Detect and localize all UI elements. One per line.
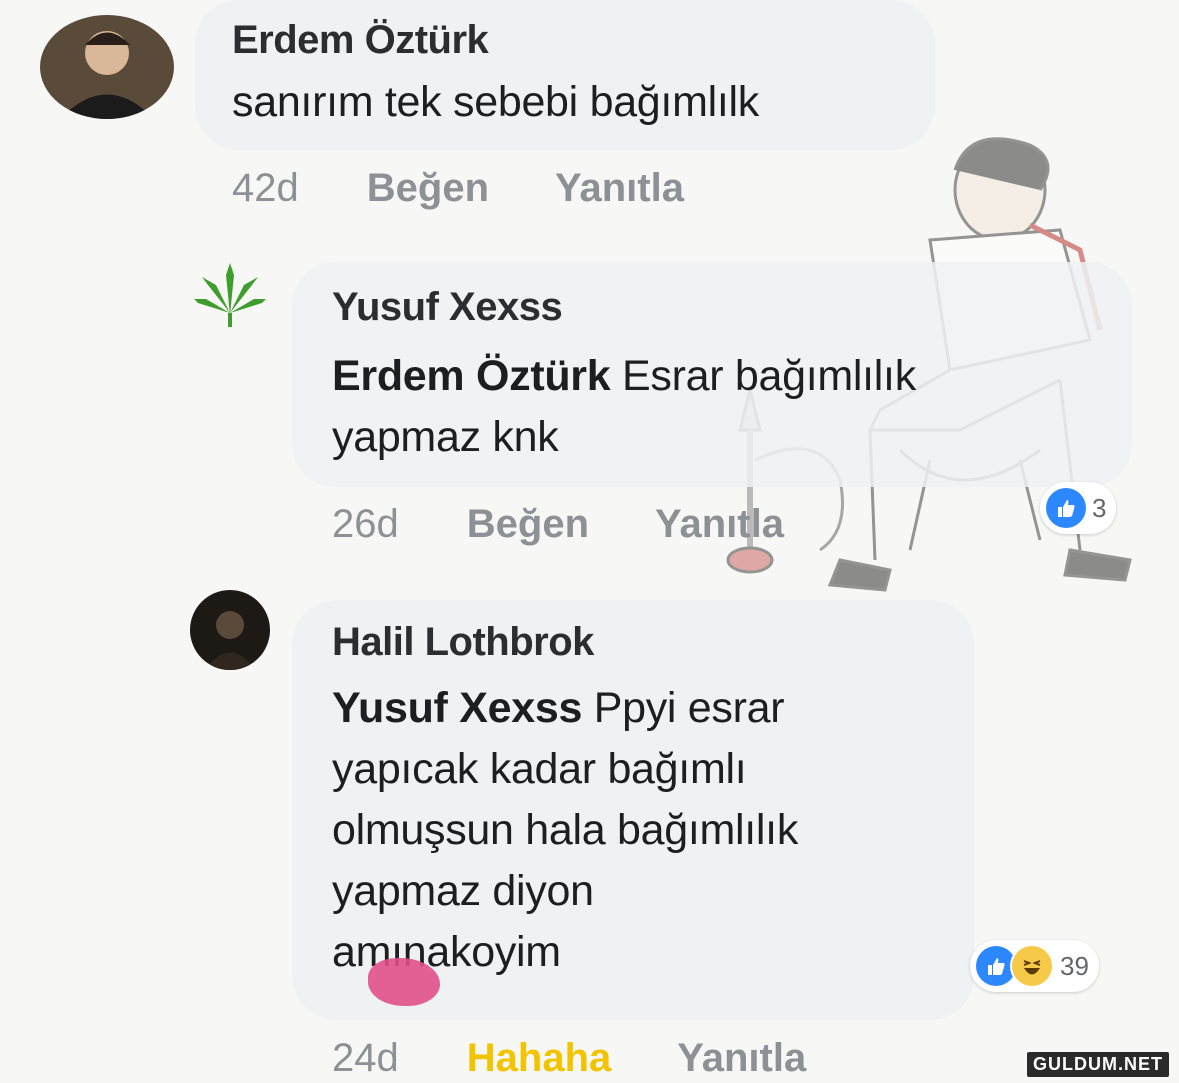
haha-icon <box>1010 944 1054 988</box>
haha-reaction-button[interactable]: Hahaha <box>467 1036 612 1081</box>
comment-time[interactable]: 24d <box>332 1036 399 1081</box>
reply-button[interactable]: Yanıtla <box>677 1036 806 1081</box>
avatar-photo-icon <box>40 15 174 119</box>
comment-author[interactable]: Erdem Öztürk <box>232 18 489 63</box>
comment-actions: 42d Beğen Yanıtla <box>232 166 684 211</box>
comment-author[interactable]: Halil Lothbrok <box>332 620 594 665</box>
comment-actions: 24d Hahaha Yanıtla <box>332 1036 806 1081</box>
mention-link[interactable]: Yusuf Xexss <box>332 684 582 732</box>
avatar-halil[interactable] <box>190 590 270 670</box>
reply-button[interactable]: Yanıtla <box>555 166 684 211</box>
like-button[interactable]: Beğen <box>467 502 589 547</box>
avatar-photo-icon <box>190 590 270 670</box>
comment-author[interactable]: Yusuf Xexss <box>332 285 563 330</box>
comment-text: Yusuf Xexss Ppyi esrar yapıcak kadar bağ… <box>332 684 799 976</box>
reaction-summary[interactable]: 3 <box>1040 482 1117 534</box>
reply-button[interactable]: Yanıtla <box>655 502 784 547</box>
comment-actions: 26d Beğen Yanıtla <box>332 502 784 547</box>
comment-time[interactable]: 42d <box>232 166 299 211</box>
comment-text: sanırım tek sebebi bağımlılk <box>232 78 759 126</box>
avatar-yusuf[interactable] <box>190 255 270 335</box>
comment-time[interactable]: 26d <box>332 502 399 547</box>
reaction-count: 39 <box>1060 950 1089 981</box>
avatar-erdem[interactable] <box>40 15 174 119</box>
like-button[interactable]: Beğen <box>367 166 489 211</box>
site-watermark: GULDUM.NET <box>1027 1052 1169 1077</box>
mention-link[interactable]: Erdem Öztürk <box>332 352 611 400</box>
cannabis-leaf-icon <box>194 263 266 327</box>
comment-text: Erdem Öztürk Esrar bağımlılık yapmaz knk <box>332 352 916 461</box>
reaction-summary[interactable]: 39 <box>970 940 1099 992</box>
reaction-count: 3 <box>1092 492 1107 523</box>
like-icon <box>1046 488 1086 528</box>
